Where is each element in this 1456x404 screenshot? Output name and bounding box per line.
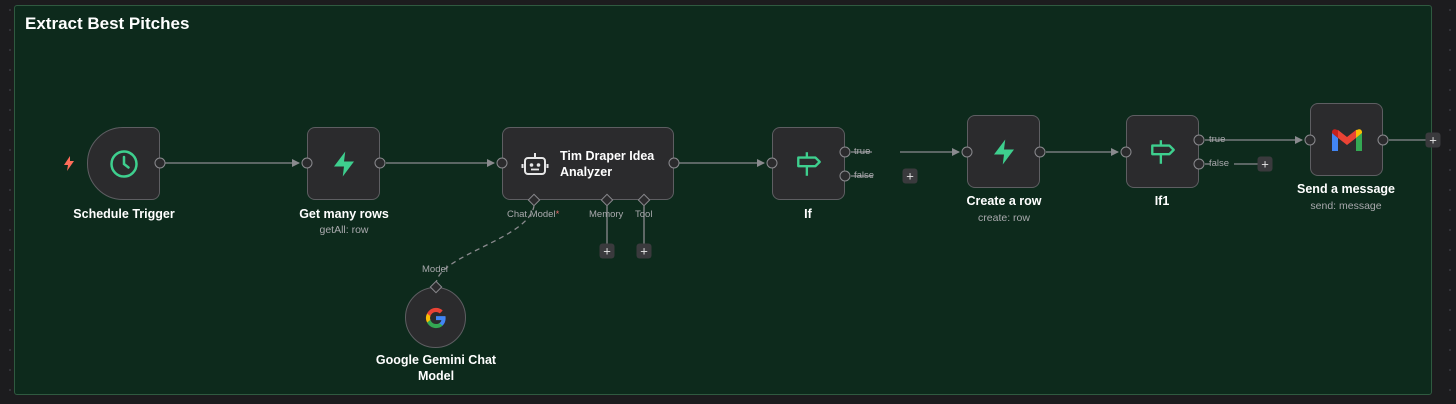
node-schedule-trigger[interactable] — [87, 127, 160, 200]
false-output-port[interactable] — [839, 170, 851, 182]
output-port[interactable] — [668, 157, 680, 169]
output-port[interactable] — [374, 157, 386, 169]
node-gemini-chat-model[interactable] — [405, 287, 466, 348]
output-port[interactable] — [1377, 134, 1389, 146]
add-false-branch-button[interactable]: + — [902, 168, 918, 184]
connections-layer — [165, 0, 1427, 286]
add-memory-button[interactable]: + — [599, 243, 615, 259]
input-port[interactable] — [961, 146, 973, 158]
input-port[interactable] — [496, 157, 508, 169]
node-label-line1: Google Gemini Chat — [375, 353, 497, 367]
robot-icon — [521, 152, 549, 175]
trigger-bolt-icon — [64, 156, 74, 171]
supabase-icon — [993, 139, 1014, 164]
gmail-icon — [1331, 128, 1362, 151]
tool-port-label: Tool — [635, 209, 653, 220]
node-label-line2: Model — [417, 369, 455, 383]
node-label: If1 — [1154, 194, 1170, 208]
clock-icon — [109, 149, 138, 178]
add-tool-button[interactable]: + — [636, 243, 652, 259]
true-output-port[interactable] — [839, 146, 851, 158]
add-next-node-button[interactable]: + — [1425, 132, 1441, 148]
node-label: Get many rows — [299, 207, 389, 221]
input-port[interactable] — [1304, 134, 1316, 146]
input-port[interactable] — [301, 157, 313, 169]
input-port[interactable] — [766, 157, 778, 169]
output-port[interactable] — [1034, 146, 1046, 158]
signpost-icon — [796, 151, 821, 176]
input-port[interactable] — [1120, 146, 1132, 158]
node-send-message[interactable] — [1310, 103, 1383, 176]
node-label: Create a row — [966, 194, 1042, 208]
supabase-icon — [333, 151, 354, 176]
node-create-row[interactable] — [967, 115, 1040, 188]
true-branch-label: true — [854, 146, 871, 157]
node-if1[interactable] — [1126, 115, 1199, 188]
output-port[interactable] — [154, 157, 166, 169]
node-label: Tim Draper Idea Analyzer — [560, 149, 655, 179]
node-sublabel: create: row — [978, 212, 1030, 224]
model-port-label: Model — [422, 264, 448, 275]
node-sublabel: getAll: row — [319, 224, 369, 236]
true-branch-label: true — [1209, 134, 1226, 145]
node-sublabel: send: message — [1310, 200, 1382, 212]
false-output-port[interactable] — [1193, 158, 1205, 170]
memory-port-label: Memory — [589, 209, 624, 220]
node-label: Send a message — [1297, 182, 1395, 196]
signpost-icon — [1150, 139, 1175, 164]
node-label: If — [804, 207, 812, 221]
add-false-branch-button[interactable]: + — [1257, 156, 1273, 172]
node-get-many-rows[interactable] — [307, 127, 380, 200]
node-if[interactable] — [772, 127, 845, 200]
false-branch-label: false — [854, 170, 875, 181]
node-label: Schedule Trigger — [73, 207, 175, 221]
false-branch-label: false — [1209, 158, 1230, 169]
true-output-port[interactable] — [1193, 134, 1205, 146]
chat-model-port-label: Chat Model* — [507, 209, 560, 220]
google-icon — [425, 307, 446, 328]
